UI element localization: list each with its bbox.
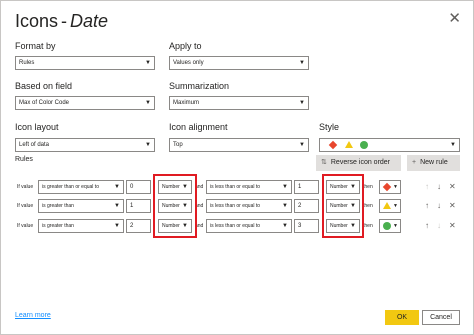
- chevron-down-icon: ▼: [393, 184, 398, 190]
- swap-icon: ⇅: [321, 159, 327, 166]
- operator-select[interactable]: is greater than ▼: [38, 219, 124, 233]
- chevron-down-icon: ▼: [393, 223, 398, 229]
- circle-icon: [383, 222, 391, 230]
- value-input[interactable]: 2: [126, 219, 151, 233]
- diamond-icon: [328, 140, 338, 150]
- value-input[interactable]: 1: [126, 199, 151, 213]
- format-by-select[interactable]: Rules ▼: [15, 56, 155, 70]
- learn-more-link[interactable]: Learn more: [15, 312, 51, 319]
- style-label: Style: [319, 122, 340, 132]
- triangle-icon: [383, 202, 391, 209]
- delete-icon[interactable]: ✕: [449, 180, 456, 194]
- move-down-icon[interactable]: ↓: [437, 199, 441, 213]
- move-up-icon[interactable]: ↑: [425, 219, 429, 233]
- chevron-down-icon: ▼: [299, 142, 305, 148]
- then-label: then: [363, 203, 373, 209]
- icon-layout-label: Icon layout: [15, 122, 59, 132]
- chevron-down-icon: ▼: [145, 60, 151, 66]
- value-input[interactable]: 1: [294, 180, 319, 194]
- summarization-select[interactable]: Maximum ▼: [169, 96, 309, 110]
- plus-icon: +: [412, 159, 417, 166]
- circle-icon: [360, 141, 368, 149]
- chevron-down-icon: ▼: [145, 142, 151, 148]
- move-up-icon[interactable]: ↑: [425, 199, 429, 213]
- chevron-down-icon: ▼: [114, 223, 120, 229]
- based-on-field-select[interactable]: Max of Color Code ▼: [15, 96, 155, 110]
- summarization-label: Summarization: [169, 81, 230, 91]
- new-rule-button[interactable]: + New rule: [407, 155, 460, 171]
- then-label: then: [363, 223, 373, 229]
- delete-icon[interactable]: ✕: [449, 219, 456, 233]
- operator-select[interactable]: is less than or equal to ▼: [206, 199, 292, 213]
- icon-picker[interactable]: ▼: [379, 180, 401, 194]
- chevron-down-icon: ▼: [114, 203, 120, 209]
- operator-select[interactable]: is less than or equal to ▼: [206, 219, 292, 233]
- chevron-down-icon: ▼: [282, 184, 288, 190]
- chevron-down-icon: ▼: [393, 203, 398, 209]
- chevron-down-icon: ▼: [282, 223, 288, 229]
- chevron-down-icon: ▼: [114, 184, 120, 190]
- cancel-button[interactable]: Cancel: [422, 310, 460, 325]
- value-input[interactable]: 3: [294, 219, 319, 233]
- icon-alignment-label: Icon alignment: [169, 122, 228, 132]
- apply-to-select[interactable]: Values only ▼: [169, 56, 309, 70]
- triangle-icon: [345, 141, 353, 148]
- style-select[interactable]: ▼: [319, 138, 460, 152]
- operator-select[interactable]: is greater than ▼: [38, 199, 124, 213]
- move-down-icon[interactable]: ↓: [437, 180, 441, 194]
- icon-layout-select[interactable]: Left of data ▼: [15, 138, 155, 152]
- based-on-field-label: Based on field: [15, 81, 73, 91]
- format-by-label: Format by: [15, 41, 56, 51]
- chevron-down-icon: ▼: [145, 100, 151, 106]
- apply-to-label: Apply to: [169, 41, 202, 51]
- close-icon[interactable]: ✕: [448, 11, 461, 26]
- if-value-label: If value: [17, 203, 34, 209]
- value-input[interactable]: 2: [294, 199, 319, 213]
- number-type-highlight: [153, 174, 197, 238]
- diamond-icon: [382, 182, 392, 192]
- delete-icon[interactable]: ✕: [449, 199, 456, 213]
- value-input[interactable]: 0: [126, 180, 151, 194]
- if-value-label: If value: [17, 223, 34, 229]
- move-down-icon[interactable]: ↓: [437, 219, 441, 233]
- operator-select[interactable]: is greater than or equal to ▼: [38, 180, 124, 194]
- icon-alignment-select[interactable]: Top ▼: [169, 138, 309, 152]
- chevron-down-icon: ▼: [450, 142, 456, 148]
- number-type-highlight: [322, 174, 364, 238]
- chevron-down-icon: ▼: [299, 60, 305, 66]
- if-value-label: If value: [17, 184, 34, 190]
- icon-picker[interactable]: ▼: [379, 199, 401, 213]
- icon-picker[interactable]: ▼: [379, 219, 401, 233]
- chevron-down-icon: ▼: [299, 100, 305, 106]
- move-up-icon[interactable]: ↑: [425, 180, 429, 194]
- icons-dialog: Icons - Date ✕ Format by Rules ▼ Apply to V…: [0, 0, 474, 335]
- ok-button[interactable]: OK: [385, 310, 419, 325]
- then-label: then: [363, 184, 373, 190]
- chevron-down-icon: ▼: [282, 203, 288, 209]
- rules-label: Rules: [15, 156, 33, 163]
- reverse-icon-order-button[interactable]: ⇅ Reverse icon order: [316, 155, 401, 171]
- operator-select[interactable]: is less than or equal to ▼: [206, 180, 292, 194]
- dialog-title: Icons - Date: [15, 11, 109, 31]
